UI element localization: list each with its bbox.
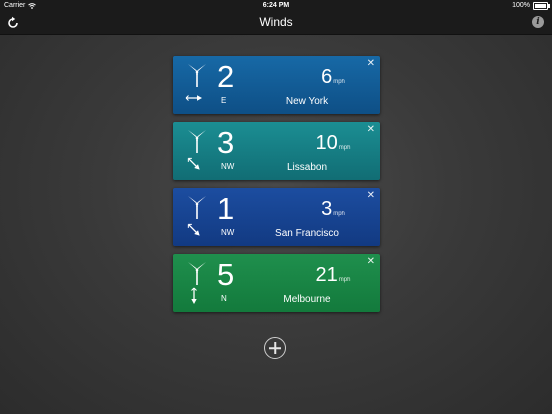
wind-card[interactable]: 1 NW 3mph San Francisco ✕ xyxy=(173,188,380,246)
wind-card[interactable]: 5 N 21mph Melbourne ✕ xyxy=(173,254,380,312)
beaufort-value: 1 xyxy=(217,191,235,226)
wind-speed-value: 10 xyxy=(315,132,338,154)
battery-fill xyxy=(535,4,546,8)
close-icon[interactable]: ✕ xyxy=(367,59,375,69)
close-icon[interactable]: ✕ xyxy=(367,191,375,201)
wind-speed: 3mph xyxy=(283,197,380,221)
status-bar: Carrier 6:24 PM 100% xyxy=(0,0,552,12)
beaufort-value: 2 xyxy=(217,59,235,94)
wind-direction-label: E xyxy=(221,96,227,105)
wind-turbine-icon xyxy=(185,63,209,87)
wind-turbine-icon xyxy=(185,195,209,219)
city-name: Melbourne xyxy=(283,294,331,305)
wind-turbine-icon xyxy=(185,129,209,153)
navigation-bar: Winds i xyxy=(0,12,552,35)
plus-circle-icon[interactable] xyxy=(264,337,286,359)
wind-speed: 21mph xyxy=(283,263,380,287)
wind-card[interactable]: 3 NW 10mph Lissabon ✕ xyxy=(173,122,380,180)
wind-direction-arrow-icon xyxy=(185,287,203,305)
wind-speed-value: 3 xyxy=(321,198,333,220)
status-right: 100% xyxy=(512,0,550,12)
wind-direction-arrow-icon xyxy=(181,217,206,242)
close-icon[interactable]: ✕ xyxy=(367,125,375,135)
wind-direction-label: NW xyxy=(221,162,235,171)
beaufort-value: 5 xyxy=(217,257,235,292)
battery-icon xyxy=(533,2,550,10)
wind-speed-value: 6 xyxy=(321,66,333,88)
city-name: Lissabon xyxy=(286,162,328,173)
wind-speed-unit: mph xyxy=(338,145,351,151)
wind-direction-label: N xyxy=(221,294,227,303)
wind-direction-label: NW xyxy=(221,228,235,237)
wind-card[interactable]: 2 E 6mph New York ✕ xyxy=(173,56,380,114)
city-name: San Francisco xyxy=(275,228,339,239)
wind-direction-arrow-icon xyxy=(181,151,206,176)
location-list: 2 E 6mph New York ✕ 3 NW 10mph Lissabon … xyxy=(173,56,380,320)
close-icon[interactable]: ✕ xyxy=(367,257,375,267)
wind-turbine-icon xyxy=(185,261,209,285)
page-title: Winds xyxy=(259,15,293,29)
wind-speed-unit: mph xyxy=(333,79,345,85)
wind-speed-unit: mph xyxy=(333,211,345,217)
wind-speed: 10mph xyxy=(283,131,380,155)
info-icon[interactable]: i xyxy=(532,16,544,28)
status-time: 6:24 PM xyxy=(262,2,290,9)
wind-speed: 6mph xyxy=(283,65,380,89)
battery-percent: 100% xyxy=(512,2,530,9)
wind-speed-unit: mph xyxy=(338,277,351,283)
wind-speed-value: 21 xyxy=(315,264,338,286)
beaufort-value: 3 xyxy=(217,125,235,160)
city-name: New York xyxy=(285,96,329,107)
wind-direction-arrow-icon xyxy=(185,89,203,107)
